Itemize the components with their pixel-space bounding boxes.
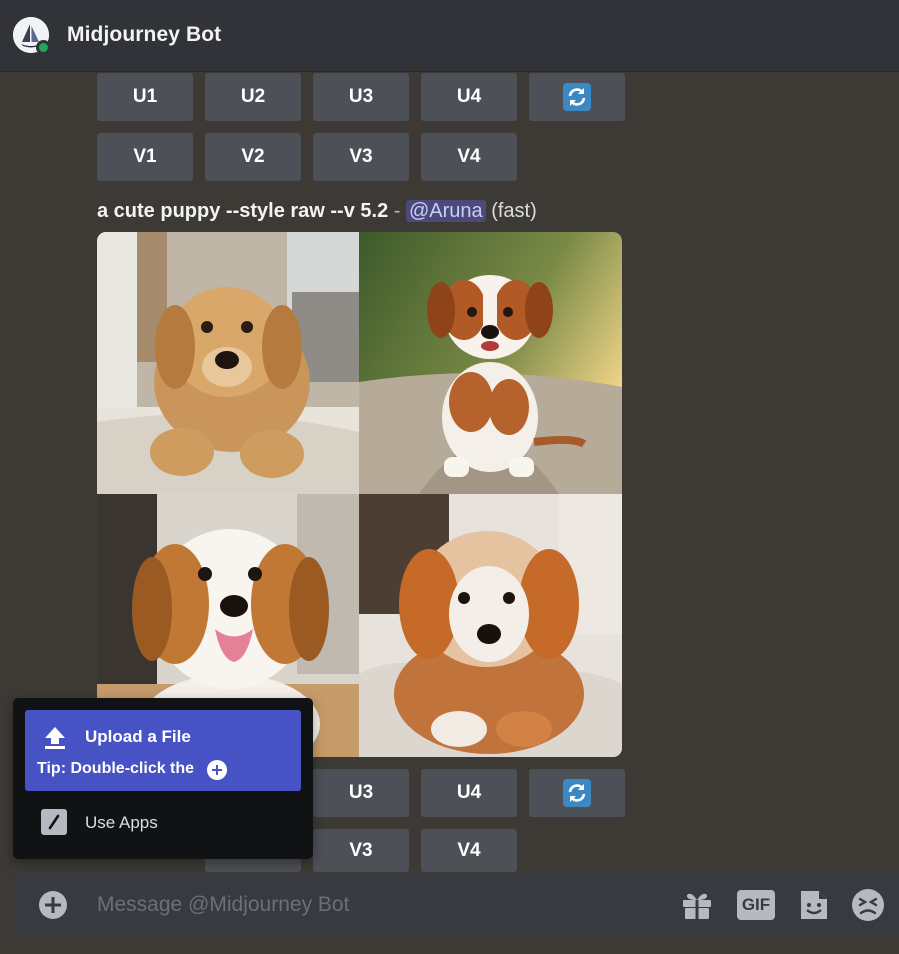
variation-4-button-bottom[interactable]: V4 xyxy=(421,829,517,872)
grid-image-4[interactable] xyxy=(359,494,622,757)
variation-2-button[interactable]: V2 xyxy=(205,133,301,181)
reroll-button-bottom[interactable] xyxy=(529,769,625,817)
upload-file-option[interactable]: Upload a File Tip: Double-click the xyxy=(25,710,301,791)
reroll-button[interactable] xyxy=(529,73,625,121)
variation-4-button[interactable]: V4 xyxy=(421,133,517,181)
gift-icon[interactable] xyxy=(681,890,713,920)
speed-label: (fast) xyxy=(491,200,537,222)
use-apps-option[interactable]: Use Apps xyxy=(25,801,301,843)
grid-image-1[interactable] xyxy=(97,232,359,494)
variation-1-button[interactable]: V1 xyxy=(97,133,193,181)
upscale-3-button[interactable]: U3 xyxy=(313,73,409,121)
attachment-popup-menu: Upload a File Tip: Double-click the Use … xyxy=(13,698,313,859)
puppy-sitting-path-icon xyxy=(359,232,622,494)
sticker-icon[interactable] xyxy=(798,888,830,922)
message-input[interactable]: Message @Midjourney Bot xyxy=(97,893,349,917)
upscale-4-button-bottom[interactable]: U4 xyxy=(421,769,517,817)
prompt-text: a cute puppy --style raw --v 5.2 xyxy=(97,200,389,222)
variation-3-button-bottom[interactable]: V3 xyxy=(313,829,409,872)
image-grid[interactable] xyxy=(97,232,622,757)
message-prompt-line: a cute puppy --style raw --v 5.2 - @Arun… xyxy=(97,200,537,223)
puppy-golden-lying-icon xyxy=(97,232,359,494)
emoji-icon[interactable] xyxy=(851,888,885,922)
gif-label: GIF xyxy=(741,895,771,914)
plus-circle-icon xyxy=(207,760,227,780)
gif-button[interactable]: GIF xyxy=(737,890,775,920)
upload-file-label: Upload a File xyxy=(85,727,191,746)
upscale-4-button[interactable]: U4 xyxy=(421,73,517,121)
upscale-1-button[interactable]: U1 xyxy=(97,73,193,121)
slash-command-icon xyxy=(41,809,67,835)
bot-name: Midjourney Bot xyxy=(67,23,222,46)
online-status-icon xyxy=(36,40,51,55)
message-composer: Message @Midjourney Bot GIF xyxy=(13,873,899,937)
bot-avatar[interactable] xyxy=(13,17,51,55)
upscale-2-button[interactable]: U2 xyxy=(205,73,301,121)
add-attachment-icon[interactable] xyxy=(38,890,68,920)
upload-icon xyxy=(45,727,65,749)
puppy-fluffy-blanket-icon xyxy=(359,494,622,757)
refresh-icon xyxy=(563,83,591,111)
refresh-icon xyxy=(563,779,591,807)
variation-3-button[interactable]: V3 xyxy=(313,133,409,181)
use-apps-label: Use Apps xyxy=(85,813,158,832)
prompt-separator: - xyxy=(388,200,406,222)
upscale-3-button-bottom[interactable]: U3 xyxy=(313,769,409,817)
channel-header: Midjourney Bot xyxy=(0,0,899,72)
upload-tip-text: Tip: Double-click the xyxy=(37,760,195,777)
user-mention[interactable]: @Aruna xyxy=(405,200,486,222)
grid-image-2[interactable] xyxy=(359,232,622,494)
